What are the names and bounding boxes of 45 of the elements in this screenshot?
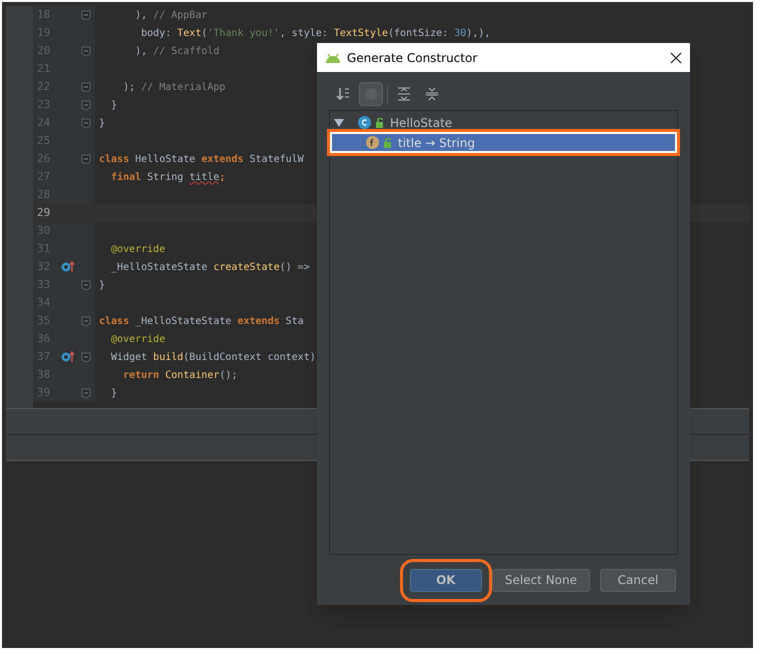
- fold-icon[interactable]: [80, 9, 91, 21]
- fold-icon[interactable]: [80, 387, 91, 399]
- dialog-button[interactable]: Select None: [492, 568, 590, 592]
- line-number: 29: [36, 204, 52, 221]
- code-line: }: [98, 278, 106, 292]
- override-icon[interactable]: [60, 351, 75, 363]
- code-line: @override: [110, 242, 166, 256]
- expand-arrow-icon[interactable]: [334, 118, 344, 128]
- code-line: class HelloState extends StatefulW: [98, 152, 304, 166]
- fold-icon[interactable]: [80, 315, 91, 327]
- fold-icon[interactable]: [80, 99, 91, 111]
- override-icon[interactable]: [60, 261, 75, 273]
- lock-icon: [384, 138, 393, 148]
- fold-icon[interactable]: [80, 81, 91, 93]
- fold-icon[interactable]: [80, 45, 91, 57]
- code-line: ), // AppBar: [134, 8, 208, 22]
- field-icon: [366, 136, 379, 149]
- code-line: ), // Scaffold: [134, 44, 220, 58]
- close-icon[interactable]: [670, 52, 682, 64]
- fold-icon[interactable]: [80, 351, 91, 363]
- class-icon: [358, 116, 371, 129]
- code-line: @override: [110, 332, 166, 346]
- tree-item-row[interactable]: title → String: [330, 132, 677, 153]
- android-icon: [325, 52, 341, 64]
- fold-icon[interactable]: [80, 153, 91, 165]
- code-line: class _HelloStateState extends Sta: [98, 314, 304, 328]
- code-line: final String title;: [110, 170, 226, 184]
- code-line: }: [110, 98, 118, 112]
- dialog-title: Generate Constructor: [347, 50, 478, 66]
- expand-all-icon: [397, 87, 411, 101]
- code-line: Widget build(BuildContext context): [110, 350, 316, 364]
- code-line: _HelloStateState createState() =>: [110, 260, 310, 274]
- code-line: body: Text('Thank you!', style: TextStyle(fontSize: 30),),: [140, 26, 490, 40]
- code-line: return Container();: [122, 368, 238, 382]
- fold-icon[interactable]: [80, 117, 91, 129]
- code-line: }: [110, 386, 118, 400]
- code-line: }: [98, 116, 106, 130]
- code-line: ); // MaterialApp: [122, 80, 226, 94]
- tree-item-label: title → String: [398, 134, 475, 152]
- tree-item[interactable]: HelloState: [390, 114, 452, 132]
- dialog-button[interactable]: Cancel: [600, 568, 676, 592]
- fold-icon[interactable]: [80, 279, 91, 291]
- collapse-all-icon: [425, 87, 439, 101]
- lock-icon: [376, 118, 385, 128]
- sort-icon: [336, 87, 350, 101]
